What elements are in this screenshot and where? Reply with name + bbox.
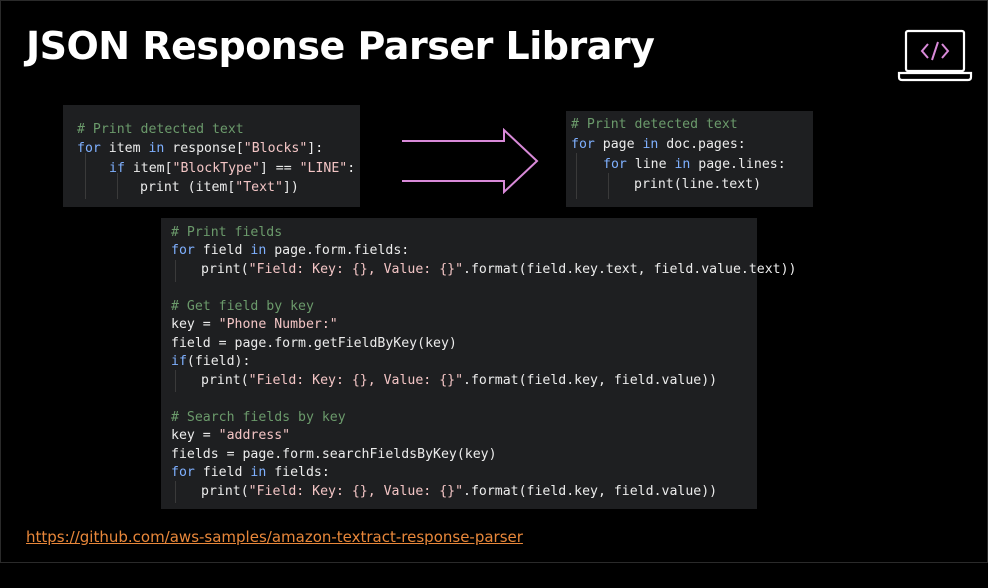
indent-guide bbox=[576, 153, 577, 199]
code-line: # Search fields by key bbox=[171, 410, 346, 425]
indent-guide bbox=[175, 481, 176, 503]
code-line: if item["BlockType"] == "LINE": bbox=[109, 161, 356, 176]
code-line: # Get field by key bbox=[171, 299, 314, 314]
github-repo-link[interactable]: https://github.com/aws-samples/amazon-te… bbox=[26, 528, 523, 546]
code-line: key = "Phone Number:" bbox=[171, 317, 338, 332]
code-line: print (item["Text"]) bbox=[140, 180, 299, 195]
laptop-code-icon bbox=[897, 29, 973, 82]
indent-guide bbox=[85, 153, 86, 199]
code-block-raw-json: # Print detected text for item in respon… bbox=[63, 105, 360, 207]
code-block-form-fields: # Print fields for field in page.form.fi… bbox=[161, 218, 796, 509]
code-line: # Print detected text bbox=[77, 122, 244, 137]
code-line: # Print detected text bbox=[571, 117, 738, 132]
code-line: for line in page.lines: bbox=[603, 157, 786, 172]
code-block-parser: # Print detected text for page in doc.pa… bbox=[566, 111, 813, 207]
code-line: print(line.text) bbox=[634, 177, 762, 192]
code-line: for item in response["Blocks"]: bbox=[77, 141, 324, 156]
indent-guide bbox=[175, 260, 176, 282]
code-line: for field in page.form.fields: bbox=[171, 243, 410, 258]
code-line: for page in doc.pages: bbox=[571, 137, 746, 152]
code-line: print("Field: Key: {}, Value: {}".format… bbox=[201, 262, 797, 277]
code-line: field = page.form.getFieldByKey(key) bbox=[171, 336, 457, 351]
code-line: print("Field: Key: {}, Value: {}".format… bbox=[201, 484, 718, 499]
code-line: print("Field: Key: {}, Value: {}".format… bbox=[201, 373, 718, 388]
transform-arrow-icon bbox=[402, 128, 539, 194]
code-line: if(field): bbox=[171, 354, 251, 369]
indent-guide bbox=[608, 173, 609, 199]
code-line: key = "address" bbox=[171, 428, 291, 443]
indent-guide bbox=[175, 370, 176, 392]
code-line: # Print fields bbox=[171, 225, 283, 240]
slide-title: JSON Response Parser Library bbox=[26, 24, 655, 68]
code-line: fields = page.form.searchFieldsByKey(key… bbox=[171, 447, 497, 462]
code-line: for field in fields: bbox=[171, 465, 330, 480]
